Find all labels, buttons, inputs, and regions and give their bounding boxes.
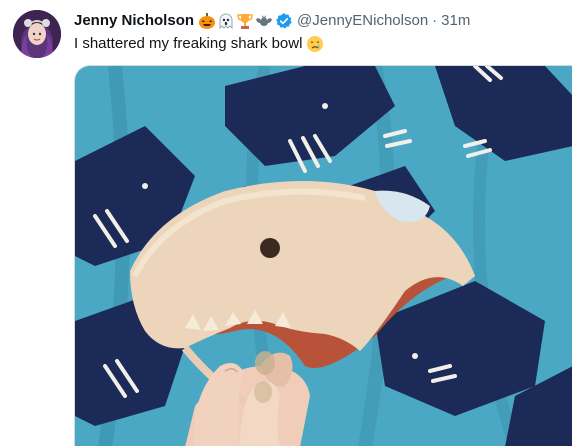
ghost-icon (219, 13, 233, 30)
tweet-photo[interactable] (74, 65, 572, 446)
trophy-icon (237, 14, 253, 29)
author-handle[interactable]: @JennyENicholson (297, 11, 428, 31)
name-emojis (198, 12, 273, 30)
jack-o-lantern-icon (199, 13, 216, 29)
painted-nail (254, 381, 272, 403)
tweet[interactable]: Jenny Nicholson @JennyENicholson · 31m I… (0, 0, 572, 446)
author-name[interactable]: Jenny Nicholson (74, 11, 194, 31)
avatar[interactable] (13, 10, 61, 58)
separator-dot: · (432, 12, 438, 29)
verified-badge-icon (276, 13, 292, 29)
tweet-body: I shattered my freaking shark bowl (74, 35, 303, 52)
tweet-text: I shattered my freaking shark bowl (74, 34, 324, 54)
bat-icon (256, 15, 273, 26)
shark-eye (260, 238, 280, 258)
tweet-header: Jenny Nicholson @JennyENicholson · 31m (74, 11, 470, 31)
timestamp[interactable]: 31m (441, 11, 470, 31)
crying-face-icon (307, 36, 324, 52)
